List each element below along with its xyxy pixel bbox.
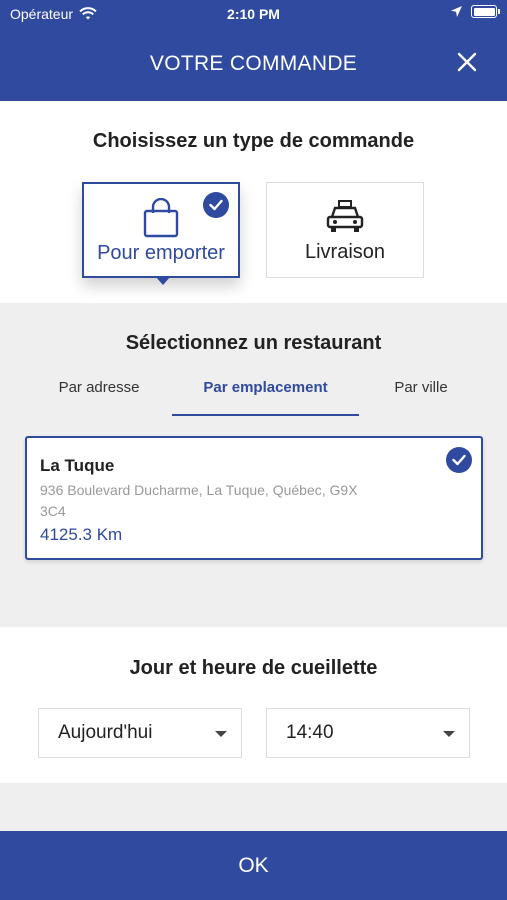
order-type-takeout-label: Pour emporter [97, 242, 225, 264]
order-type-delivery-label: Livraison [304, 241, 386, 263]
order-type-title: Choisissez un type de commande [92, 130, 415, 152]
battery-icon [471, 5, 500, 18]
pickup-time-select[interactable]: 14:40 [266, 708, 470, 758]
restaurant-card[interactable]: La Tuque 936 Boulevard Ducharme, La Tuqu… [25, 436, 483, 560]
tab-by-city[interactable]: Par ville [371, 379, 471, 396]
chevron-down-icon [215, 731, 227, 737]
selected-check-icon [203, 192, 229, 218]
ok-button[interactable]: OK [0, 831, 507, 900]
pickup-title: Jour et heure de cueillette [129, 657, 378, 679]
status-bar: Opérateur 2:10 PM [0, 0, 507, 28]
active-tab-indicator [172, 414, 359, 416]
chevron-down-icon [443, 731, 455, 737]
selection-pointer [156, 277, 170, 285]
restaurant-address: 936 Boulevard Ducharme, La Tuque, Québec… [40, 482, 358, 519]
pickup-section: Jour et heure de cueillette Aujourd'hui … [0, 627, 507, 783]
pickup-time-value: 14:40 [286, 722, 334, 743]
tab-by-address[interactable]: Par adresse [36, 379, 162, 396]
restaurant-title: Sélectionnez un restaurant [125, 332, 382, 354]
order-type-takeout[interactable]: Pour emporter [82, 182, 240, 285]
page-title: VOTRE COMMANDE [149, 52, 358, 75]
app-header: Opérateur 2:10 PM VOTRE COMMANDE [0, 0, 507, 101]
order-type-section: Choisissez un type de commande Pour empo… [0, 101, 507, 303]
car-icon [325, 197, 365, 237]
tab-by-location[interactable]: Par emplacement [172, 379, 359, 396]
restaurant-tabs: Par adresse Par emplacement Par ville [0, 379, 507, 419]
restaurant-distance: 4125.3 Km [40, 525, 123, 544]
pickup-day-value: Aujourd'hui [58, 722, 153, 743]
pickup-day-select[interactable]: Aujourd'hui [38, 708, 242, 758]
location-arrow-icon [451, 6, 462, 17]
restaurant-name: La Tuque [40, 456, 115, 475]
restaurant-section: Sélectionnez un restaurant Par adresse P… [0, 303, 507, 627]
status-right [450, 5, 500, 18]
order-type-delivery[interactable]: Livraison [266, 182, 424, 278]
shopping-bag-icon [142, 198, 180, 238]
close-icon[interactable] [455, 50, 479, 74]
selected-check-icon [446, 447, 472, 473]
status-time: 2:10 PM [227, 6, 280, 22]
